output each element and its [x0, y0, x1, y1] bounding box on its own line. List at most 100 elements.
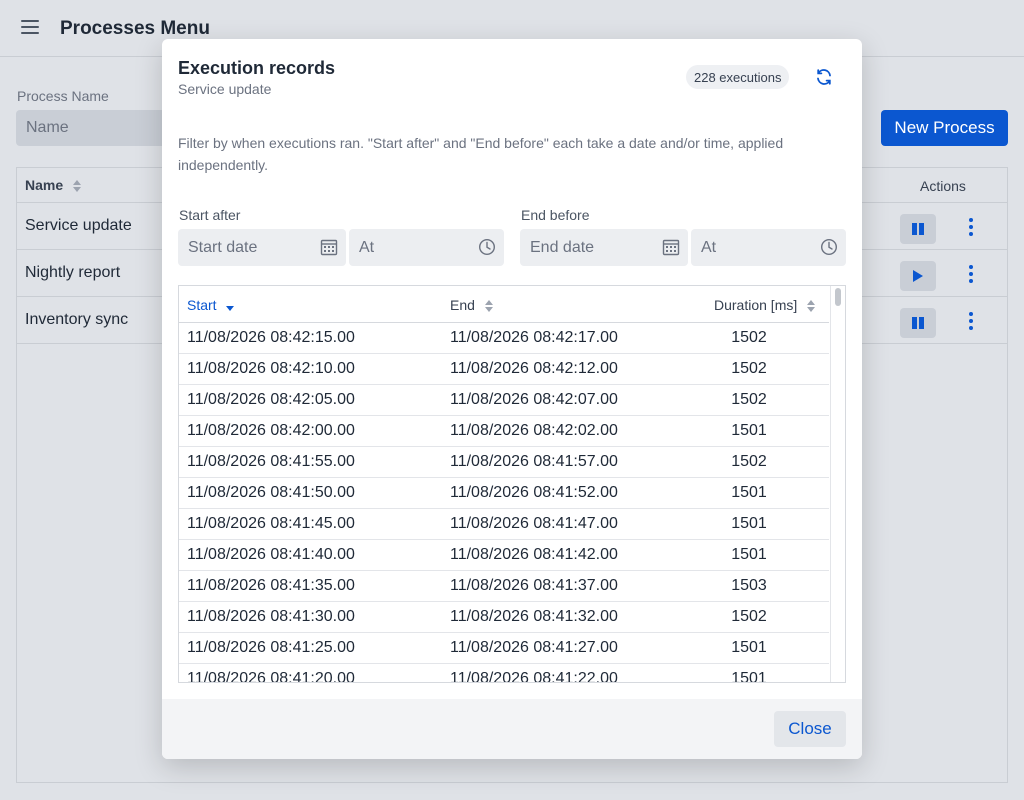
- filter-description: Filter by when executions ran. "Start af…: [178, 135, 784, 173]
- duration-cell: 1502: [731, 453, 767, 470]
- start-cell: 11/08/2026 08:41:20.00: [187, 670, 355, 683]
- duration-cell: 1501: [731, 484, 767, 501]
- duration-cell: 1501: [731, 422, 767, 439]
- end-cell: 11/08/2026 08:41:57.00: [450, 453, 618, 470]
- more-options-icon[interactable]: [965, 307, 977, 335]
- sort-icon: [484, 300, 493, 313]
- duration-cell: 1501: [731, 546, 767, 563]
- duration-column-header[interactable]: Duration [ms]: [714, 297, 816, 313]
- start-date-input[interactable]: Start date: [178, 229, 346, 266]
- start-cell: 11/08/2026 08:41:40.00: [187, 546, 355, 563]
- table-scrollbar[interactable]: [830, 286, 845, 682]
- duration-cell: 1502: [731, 391, 767, 408]
- pause-icon: [912, 317, 924, 329]
- start-after-label: Start after: [179, 207, 241, 223]
- start-column-label: Start: [187, 297, 217, 313]
- clock-icon[interactable]: [820, 238, 838, 256]
- execution-records-table: Start End Duration [ms] 11/08/2026 08:42…: [178, 285, 846, 683]
- play-icon: [913, 270, 923, 282]
- start-cell: 11/08/2026 08:41:55.00: [187, 453, 355, 470]
- sort-icon: [807, 300, 816, 313]
- end-before-label: End before: [521, 207, 590, 223]
- table-row[interactable]: 11/08/2026 08:41:30.00 11/08/2026 08:41:3…: [179, 602, 829, 633]
- start-cell: 11/08/2026 08:41:35.00: [187, 577, 355, 594]
- end-date-placeholder: End date: [530, 239, 595, 256]
- table-row[interactable]: 11/08/2026 08:42:05.00 11/08/2026 08:42:0…: [179, 385, 829, 416]
- end-cell: 11/08/2026 08:41:27.00: [450, 639, 618, 656]
- refresh-icon: [817, 69, 831, 85]
- process-name: Inventory sync: [25, 311, 129, 328]
- clock-icon[interactable]: [478, 238, 496, 256]
- end-time-input[interactable]: At: [691, 229, 846, 266]
- new-process-button[interactable]: New Process: [881, 110, 1008, 146]
- sort-descending-icon: [226, 306, 235, 312]
- duration-cell: 1501: [731, 639, 767, 656]
- process-name: Nightly report: [25, 264, 121, 281]
- table-row[interactable]: 11/08/2026 08:41:40.00 11/08/2026 08:41:4…: [179, 540, 829, 571]
- start-cell: 11/08/2026 08:42:00.00: [187, 422, 355, 439]
- page-title: Processes Menu: [60, 18, 210, 39]
- actions-column-header: Actions: [920, 178, 966, 194]
- start-cell: 11/08/2026 08:42:05.00: [187, 391, 355, 408]
- dialog-subtitle: Service update: [178, 81, 272, 97]
- table-row[interactable]: 11/08/2026 08:41:55.00 11/08/2026 08:41:5…: [179, 447, 829, 478]
- table-row[interactable]: 11/08/2026 08:42:15.00 11/08/2026 08:42:1…: [179, 323, 829, 354]
- end-date-input[interactable]: End date: [520, 229, 688, 266]
- table-row[interactable]: 11/08/2026 08:41:20.00 11/08/2026 08:41:2…: [179, 664, 829, 683]
- execution-records-dialog: Execution records Service update 228 exe…: [162, 39, 862, 759]
- scrollbar-thumb[interactable]: [835, 288, 841, 306]
- start-cell: 11/08/2026 08:42:15.00: [187, 329, 355, 346]
- duration-cell: 1502: [731, 608, 767, 625]
- start-cell: 11/08/2026 08:42:10.00: [187, 360, 355, 377]
- table-row[interactable]: 11/08/2026 08:41:35.00 11/08/2026 08:41:3…: [179, 571, 829, 602]
- calendar-icon[interactable]: [662, 238, 680, 256]
- calendar-icon[interactable]: [320, 238, 338, 256]
- process-name-input[interactable]: Name: [16, 110, 166, 146]
- process-name: Service update: [25, 217, 132, 234]
- pause-button[interactable]: [900, 308, 936, 338]
- more-options-icon[interactable]: [965, 213, 977, 241]
- process-name-label: Process Name: [17, 88, 109, 104]
- end-cell: 11/08/2026 08:41:42.00: [450, 546, 618, 563]
- table-row[interactable]: 11/08/2026 08:42:00.00 11/08/2026 08:42:0…: [179, 416, 829, 447]
- end-cell: 11/08/2026 08:42:02.00: [450, 422, 618, 439]
- end-cell: 11/08/2026 08:41:32.00: [450, 608, 618, 625]
- start-time-placeholder: At: [359, 239, 375, 256]
- table-row[interactable]: 11/08/2026 08:41:25.00 11/08/2026 08:41:2…: [179, 633, 829, 664]
- end-cell: 11/08/2026 08:41:52.00: [450, 484, 618, 501]
- table-row[interactable]: 11/08/2026 08:42:10.00 11/08/2026 08:42:1…: [179, 354, 829, 385]
- start-column-header[interactable]: Start: [187, 297, 235, 313]
- duration-cell: 1502: [731, 329, 767, 346]
- end-cell: 11/08/2026 08:41:37.00: [450, 577, 618, 594]
- table-header: Start End Duration [ms]: [179, 286, 829, 323]
- start-time-input[interactable]: At: [349, 229, 504, 266]
- end-cell: 11/08/2026 08:42:17.00: [450, 329, 618, 346]
- end-cell: 11/08/2026 08:41:47.00: [450, 515, 618, 532]
- table-body: 11/08/2026 08:42:15.00 11/08/2026 08:42:1…: [179, 323, 829, 683]
- start-cell: 11/08/2026 08:41:50.00: [187, 484, 355, 501]
- close-button[interactable]: Close: [774, 711, 846, 747]
- duration-cell: 1501: [731, 670, 767, 683]
- end-cell: 11/08/2026 08:42:07.00: [450, 391, 618, 408]
- pause-icon: [912, 223, 924, 235]
- duration-cell: 1502: [731, 360, 767, 377]
- hamburger-menu-icon[interactable]: [21, 20, 39, 36]
- start-cell: 11/08/2026 08:41:30.00: [187, 608, 355, 625]
- pause-button[interactable]: [900, 214, 936, 244]
- start-cell: 11/08/2026 08:41:25.00: [187, 639, 355, 656]
- dialog-title: Execution records: [178, 58, 336, 78]
- name-column-label: Name: [25, 177, 64, 193]
- name-column-header[interactable]: Name: [25, 177, 82, 193]
- more-options-icon[interactable]: [965, 260, 977, 288]
- play-button[interactable]: [900, 261, 936, 291]
- refresh-button[interactable]: [812, 65, 836, 89]
- dialog-footer: Close: [162, 699, 862, 759]
- start-date-placeholder: Start date: [188, 239, 258, 256]
- sort-icon: [73, 180, 82, 193]
- duration-cell: 1503: [731, 577, 767, 594]
- duration-cell: 1501: [731, 515, 767, 532]
- end-column-header[interactable]: End: [450, 297, 493, 313]
- end-column-label: End: [450, 297, 475, 313]
- table-row[interactable]: 11/08/2026 08:41:45.00 11/08/2026 08:41:4…: [179, 509, 829, 540]
- table-row[interactable]: 11/08/2026 08:41:50.00 11/08/2026 08:41:5…: [179, 478, 829, 509]
